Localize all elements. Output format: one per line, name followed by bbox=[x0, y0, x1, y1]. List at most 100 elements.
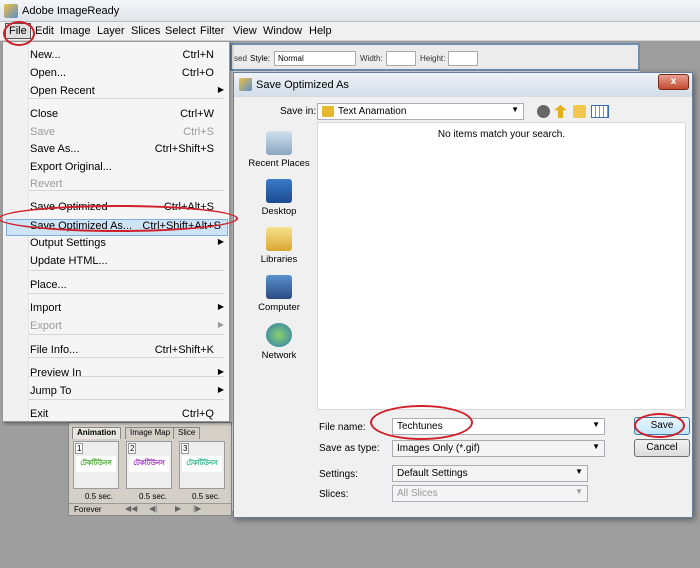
place-label: Computer bbox=[258, 302, 300, 313]
menu-item-revert[interactable]: Revert bbox=[30, 178, 220, 195]
frame-thumbnail: টেকটিউনস bbox=[76, 456, 116, 472]
animation-frame[interactable]: 1 টেকটিউনস bbox=[73, 441, 119, 489]
menu-item-save-as[interactable]: Save As... Ctrl+Shift+S bbox=[30, 143, 220, 160]
menu-item-new[interactable]: New... Ctrl+N bbox=[30, 49, 220, 66]
play-icon[interactable]: ▶ bbox=[175, 504, 181, 513]
menu-item-shortcut: Ctrl+Q bbox=[181, 408, 214, 420]
chevron-down-icon: ▼ bbox=[575, 467, 583, 476]
libraries-icon bbox=[266, 227, 292, 251]
frame-delay[interactable]: 0.5 sec. bbox=[192, 492, 220, 501]
view-menu-icon[interactable] bbox=[591, 105, 609, 118]
frame-delay[interactable]: 0.5 sec. bbox=[85, 492, 113, 501]
animation-controls: Forever ◀◀ ◀| ▶ |▶ bbox=[69, 503, 231, 515]
chevron-down-icon: ▼ bbox=[592, 442, 600, 451]
dialog-app-icon bbox=[239, 78, 252, 91]
menu-item-shortcut: Ctrl+W bbox=[180, 108, 214, 120]
menu-item-shortcut: Ctrl+Shift+K bbox=[154, 344, 214, 356]
menu-item-label: Export Original... bbox=[30, 161, 112, 173]
chevron-down-icon: ▼ bbox=[575, 487, 583, 496]
next-frame-icon[interactable]: |▶ bbox=[193, 504, 201, 513]
annotation-circle-file-name bbox=[370, 405, 473, 440]
menu-item-label: Save bbox=[30, 126, 56, 138]
menu-item-open[interactable]: Open... Ctrl+O bbox=[30, 67, 220, 84]
loop-select[interactable]: Forever bbox=[74, 505, 102, 514]
submenu-arrow-icon: ▶ bbox=[217, 85, 224, 94]
new-folder-icon[interactable] bbox=[573, 105, 586, 118]
app-title-bar: Adobe ImageReady bbox=[0, 0, 700, 22]
save-as-type-select[interactable]: Images Only (*.gif) ▼ bbox=[392, 440, 605, 457]
menu-item-update-html[interactable]: Update HTML... bbox=[30, 255, 220, 272]
menu-edit[interactable]: Edit bbox=[33, 25, 56, 37]
menu-item-export[interactable]: Export ▶ bbox=[30, 320, 224, 337]
tab-image-map[interactable]: Image Map bbox=[125, 427, 176, 439]
menu-layer[interactable]: Layer bbox=[95, 25, 127, 37]
annotation-circle-save bbox=[634, 413, 685, 438]
menu-view[interactable]: View bbox=[231, 25, 259, 37]
frame-thumbnail: টেকটিউনস bbox=[129, 456, 169, 472]
chevron-down-icon: ▼ bbox=[592, 420, 600, 429]
menu-item-label: Jump To bbox=[30, 385, 72, 397]
menu-item-file-info[interactable]: File Info... Ctrl+Shift+K bbox=[30, 344, 220, 361]
empty-message: No items match your search. bbox=[437, 129, 566, 140]
menu-item-preview-in[interactable]: Preview In ▶ bbox=[30, 367, 224, 384]
slices-select[interactable]: All Slices ▼ bbox=[392, 485, 588, 502]
menu-item-save[interactable]: Save Ctrl+S bbox=[30, 126, 220, 143]
menu-item-label: Save As... bbox=[30, 143, 80, 155]
menu-item-close[interactable]: Close Ctrl+W bbox=[30, 108, 220, 125]
file-list[interactable]: No items match your search. bbox=[317, 122, 686, 410]
menu-item-jump-to[interactable]: Jump To ▶ bbox=[30, 385, 224, 402]
place-desktop[interactable]: Desktop bbox=[242, 179, 316, 217]
menu-item-import[interactable]: Import ▶ bbox=[30, 302, 224, 319]
recent-places-icon bbox=[266, 131, 292, 155]
app-title: Adobe ImageReady bbox=[22, 5, 120, 17]
first-frame-icon[interactable]: ◀◀ bbox=[125, 504, 137, 513]
folder-icon bbox=[322, 106, 334, 117]
frame-delay[interactable]: 0.5 sec. bbox=[139, 492, 167, 501]
animation-frame[interactable]: 3 টেকটিউনস bbox=[179, 441, 225, 489]
height-input[interactable] bbox=[448, 51, 478, 66]
frame-number: 2 bbox=[128, 443, 137, 454]
style-select[interactable]: Normal bbox=[274, 51, 356, 66]
slices-label: Slices: bbox=[319, 489, 349, 500]
slices-value: All Slices bbox=[397, 488, 438, 499]
menu-item-label: New... bbox=[30, 49, 61, 61]
settings-value: Default Settings bbox=[397, 468, 468, 479]
menu-help[interactable]: Help bbox=[307, 25, 334, 37]
menu-window[interactable]: Window bbox=[261, 25, 304, 37]
close-button[interactable]: x bbox=[658, 74, 689, 90]
submenu-arrow-icon: ▶ bbox=[217, 385, 224, 394]
submenu-arrow-icon: ▶ bbox=[217, 237, 224, 246]
tab-slice[interactable]: Slice bbox=[173, 427, 201, 439]
options-partial-label: sed bbox=[234, 54, 247, 63]
menu-item-label: Open Recent bbox=[30, 85, 95, 97]
place-libraries[interactable]: Libraries bbox=[242, 227, 316, 265]
settings-label: Settings: bbox=[319, 469, 358, 480]
up-folder-icon[interactable] bbox=[554, 105, 567, 118]
animation-frame[interactable]: 2 টেকটিউনস bbox=[126, 441, 172, 489]
tab-animation[interactable]: Animation bbox=[72, 427, 122, 439]
menu-item-export-original[interactable]: Export Original... bbox=[30, 161, 220, 178]
menu-item-output-settings[interactable]: Output Settings ▶ bbox=[30, 237, 224, 254]
cancel-button[interactable]: Cancel bbox=[634, 439, 690, 457]
menu-slices[interactable]: Slices bbox=[129, 25, 162, 37]
place-computer[interactable]: Computer bbox=[242, 275, 316, 313]
menu-filter[interactable]: Filter bbox=[198, 25, 226, 37]
menu-item-label: Export bbox=[30, 320, 62, 332]
previous-frame-icon[interactable]: ◀| bbox=[149, 504, 157, 513]
menu-image[interactable]: Image bbox=[58, 25, 93, 37]
place-label: Recent Places bbox=[248, 158, 310, 169]
place-label: Libraries bbox=[260, 254, 298, 265]
place-network[interactable]: Network bbox=[242, 323, 316, 361]
menu-select[interactable]: Select bbox=[163, 25, 198, 37]
annotation-circle-save-optimized-as bbox=[0, 205, 238, 232]
place-recent-places[interactable]: Recent Places bbox=[242, 131, 316, 169]
save-in-select[interactable]: Text Anamation ▼ bbox=[317, 103, 524, 120]
width-input[interactable] bbox=[386, 51, 416, 66]
menu-item-open-recent[interactable]: Open Recent ▶ bbox=[30, 85, 224, 102]
back-icon[interactable] bbox=[537, 105, 550, 118]
settings-select[interactable]: Default Settings ▼ bbox=[392, 465, 588, 482]
file-name-label: File name: bbox=[319, 422, 366, 433]
menu-item-place[interactable]: Place... bbox=[30, 279, 220, 296]
menu-bar: File Edit Image Layer Slices Select Filt… bbox=[0, 22, 700, 41]
menu-item-exit[interactable]: Exit Ctrl+Q bbox=[30, 408, 220, 425]
